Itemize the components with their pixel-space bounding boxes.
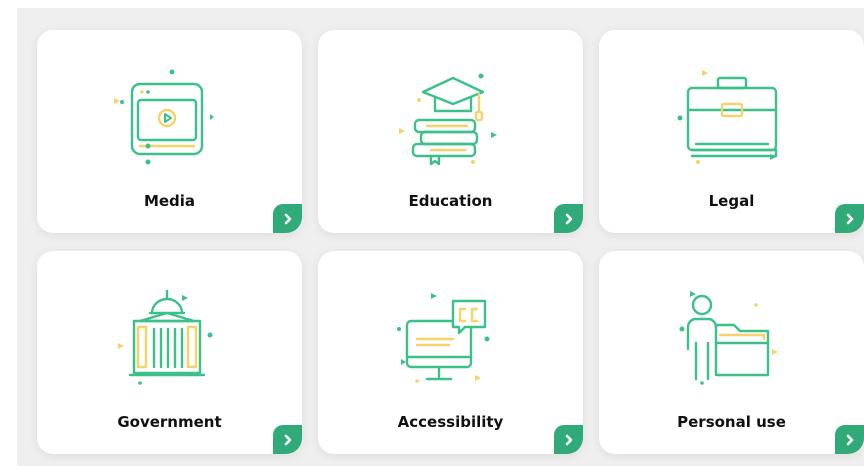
chevron-right-icon[interactable] <box>835 425 864 454</box>
category-label: Legal <box>708 192 755 210</box>
category-card-government[interactable]: Government <box>37 251 302 454</box>
category-card-accessibility[interactable]: Accessibility <box>318 251 583 454</box>
category-card-education[interactable]: Education <box>318 30 583 233</box>
category-card-personal-use[interactable]: Personal use <box>599 251 864 454</box>
category-label: Personal use <box>677 413 786 431</box>
capitol-building-icon <box>110 283 230 393</box>
chevron-right-icon[interactable] <box>273 425 302 454</box>
briefcase-icon <box>672 62 792 172</box>
closed-captions-monitor-icon <box>391 283 511 393</box>
video-player-icon <box>110 62 230 172</box>
chevron-right-icon[interactable] <box>835 204 864 233</box>
category-label: Education <box>408 192 493 210</box>
category-label: Media <box>143 192 196 210</box>
person-folder-icon <box>672 283 792 393</box>
category-grid: Media Education Legal Government Accessi… <box>17 8 864 466</box>
chevron-right-icon[interactable] <box>273 204 302 233</box>
chevron-right-icon[interactable] <box>554 204 583 233</box>
category-card-media[interactable]: Media <box>37 30 302 233</box>
graduation-books-icon <box>391 62 511 172</box>
category-card-legal[interactable]: Legal <box>599 30 864 233</box>
category-label: Accessibility <box>397 413 504 431</box>
category-label: Government <box>117 413 222 431</box>
chevron-right-icon[interactable] <box>554 425 583 454</box>
